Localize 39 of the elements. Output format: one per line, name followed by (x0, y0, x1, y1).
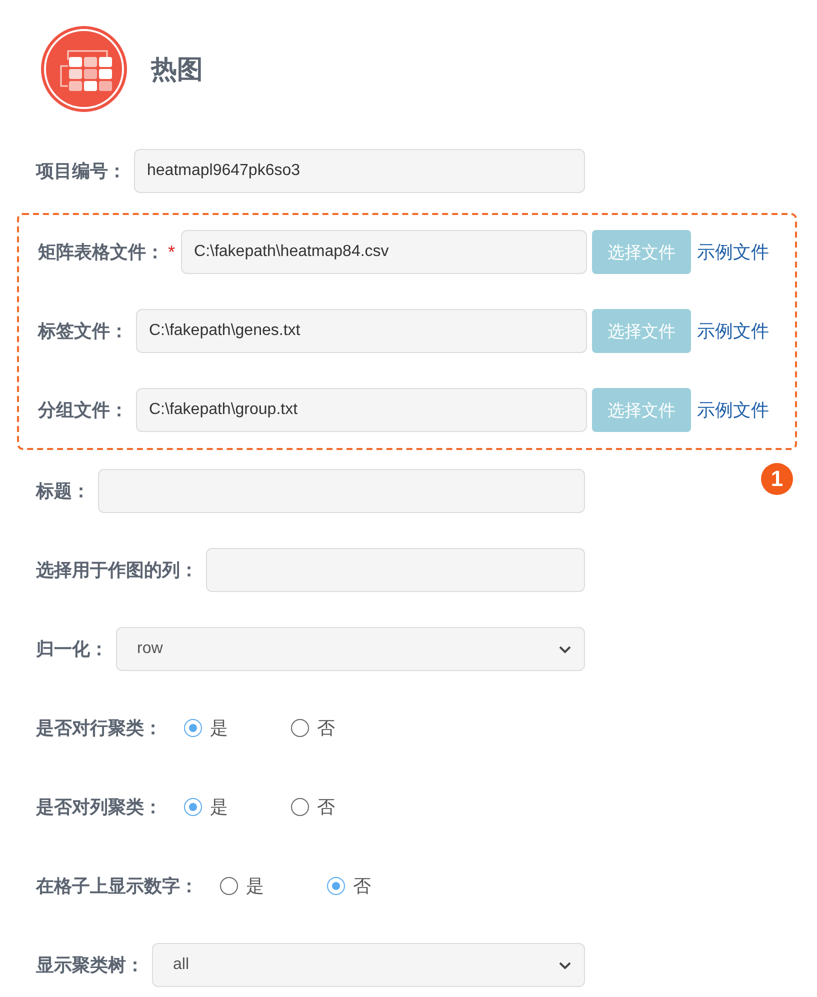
chevron-down-icon (558, 960, 572, 970)
field-label: 项目编号： (36, 160, 126, 183)
text-field[interactable] (206, 548, 585, 592)
chevron-down-icon (558, 644, 572, 654)
field-label: 在格子上显示数字： (36, 875, 198, 898)
radio-label: 否 (317, 796, 335, 819)
radio-button[interactable] (291, 719, 309, 737)
file-path-field[interactable]: C:\fakepath\genes.txt (136, 309, 587, 353)
field-label: 归一化： (36, 638, 108, 661)
sample-file-link[interactable]: 示例文件 (697, 319, 769, 343)
field-label: 选择用于作图的列： (36, 559, 198, 582)
file-path-field[interactable]: C:\fakepath\group.txt (136, 388, 587, 432)
radio-label: 是 (210, 796, 228, 819)
field-label: 是否对行聚类： (36, 717, 162, 740)
radio-button[interactable] (184, 798, 202, 816)
radio-label: 否 (317, 717, 335, 740)
field-label: 标签文件： (38, 320, 128, 343)
radio-label: 是 (210, 717, 228, 740)
select-dropdown[interactable]: row (116, 627, 585, 671)
sample-file-link[interactable]: 示例文件 (697, 240, 769, 264)
field-label: 标题： (36, 480, 90, 503)
radio-button[interactable] (184, 719, 202, 737)
text-field[interactable] (98, 469, 585, 513)
file-path-field[interactable]: C:\fakepath\heatmap84.csv (181, 230, 587, 274)
field-label: 分组文件： (38, 399, 128, 422)
text-field[interactable]: heatmapl9647pk6so3 (134, 149, 585, 193)
sample-file-link[interactable]: 示例文件 (697, 398, 769, 422)
radio-button[interactable] (291, 798, 309, 816)
field-label: 矩阵表格文件： (38, 241, 164, 264)
page-title: 热图 (151, 52, 203, 86)
step-marker: 1 (761, 463, 793, 495)
radio-button[interactable] (220, 877, 238, 895)
field-label: 是否对列聚类： (36, 796, 162, 819)
required-mark: * (168, 242, 176, 262)
field-label: 显示聚类树： (36, 954, 144, 977)
radio-label: 否 (353, 875, 371, 898)
select-dropdown[interactable]: all (152, 943, 585, 987)
radio-button[interactable] (327, 877, 345, 895)
radio-label: 是 (246, 875, 264, 898)
